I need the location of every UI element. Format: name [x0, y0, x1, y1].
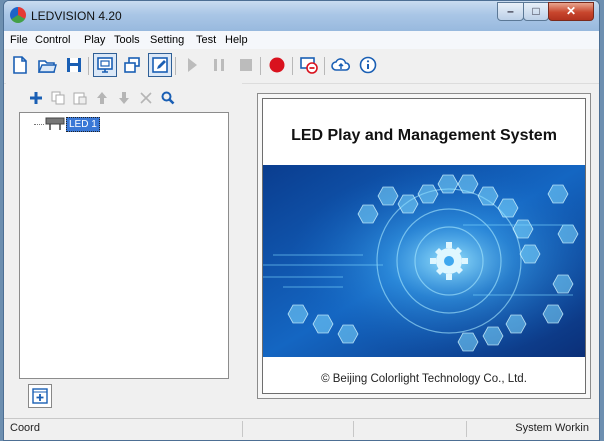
record-icon [269, 57, 285, 73]
cloud-upload-icon [331, 58, 351, 71]
menu-bar: File Control Play Tools Setting Test Hel… [4, 31, 599, 49]
save-button[interactable] [62, 53, 86, 77]
window-title: LEDVISION 4.20 [31, 9, 122, 23]
move-down-button[interactable] [115, 89, 133, 107]
main-toolbar [4, 49, 599, 84]
pause-button[interactable] [207, 53, 231, 77]
about-button[interactable] [356, 53, 380, 77]
add-screen-button[interactable] [27, 89, 45, 107]
window-button[interactable] [120, 53, 144, 77]
add-program-icon [32, 388, 48, 404]
screen-tree-panel: LED 1 [6, 83, 242, 415]
close-icon: ✕ [565, 4, 577, 18]
tree-connector [34, 124, 44, 125]
move-up-button[interactable] [93, 89, 111, 107]
monitor-icon [97, 57, 113, 73]
menu-test[interactable]: Test [196, 34, 216, 46]
screen-button[interactable] [93, 53, 117, 77]
preview-title: LED Play and Management System [291, 127, 557, 144]
menu-help[interactable]: Help [225, 34, 248, 46]
menu-play[interactable]: Play [84, 34, 105, 46]
new-file-icon [13, 56, 27, 74]
save-icon [67, 58, 81, 72]
pause-icon [214, 59, 224, 71]
menu-file[interactable]: File [10, 34, 28, 46]
toolbar-separator [175, 57, 176, 75]
toolbar-separator [260, 57, 261, 75]
paste-icon [73, 92, 87, 105]
minimize-icon: – [507, 4, 514, 18]
move-up-icon [97, 92, 107, 104]
record-button[interactable] [265, 53, 289, 77]
search-icon [161, 91, 175, 105]
stop-icon [240, 59, 252, 71]
cloud-button[interactable] [329, 53, 353, 77]
delete-icon [140, 92, 152, 104]
copy-icon [51, 91, 65, 105]
move-down-icon [119, 92, 129, 104]
toolbar-separator [324, 57, 325, 75]
menu-setting[interactable]: Setting [150, 34, 184, 46]
tech-banner-image [263, 165, 585, 357]
open-button[interactable] [35, 53, 59, 77]
menu-tools[interactable]: Tools [114, 34, 140, 46]
cancel-screen-icon [300, 57, 318, 74]
maximize-button[interactable]: □ [523, 2, 549, 21]
toolbar-separator [88, 57, 89, 75]
delete-button[interactable] [137, 89, 155, 107]
maximize-icon: □ [532, 4, 540, 18]
status-bar: Coord System Workin [4, 418, 599, 440]
status-divider [242, 421, 243, 437]
menu-control[interactable]: Control [35, 34, 70, 46]
stop-button[interactable] [234, 53, 258, 77]
cancel-screen-button[interactable] [297, 53, 321, 77]
windows-icon [124, 57, 140, 73]
status-coord: Coord [10, 422, 40, 434]
app-window: LEDVISION 4.20 – □ ✕ File Control Play T… [3, 0, 600, 441]
info-icon [359, 56, 377, 74]
preview-copyright: © Beijing Colorlight Technology Co., Ltd… [321, 373, 527, 385]
play-button[interactable] [180, 53, 204, 77]
status-divider [353, 421, 354, 437]
screen-tree[interactable]: LED 1 [19, 112, 229, 379]
minimize-button[interactable]: – [497, 2, 524, 21]
paste-button[interactable] [71, 89, 89, 107]
app-logo-icon [10, 7, 26, 23]
close-button[interactable]: ✕ [548, 2, 594, 21]
led-screen-icon [45, 117, 65, 130]
search-button[interactable] [159, 89, 177, 107]
preview-frame: LED Play and Management System © Beijing… [257, 93, 591, 399]
status-message: System Workin [515, 422, 589, 434]
new-button[interactable] [8, 53, 32, 77]
edit-icon [152, 57, 168, 73]
splash-preview: LED Play and Management System © Beijing… [262, 98, 586, 394]
add-program-button[interactable] [28, 384, 52, 408]
play-icon [188, 58, 197, 72]
toolbar-separator [292, 57, 293, 75]
title-bar[interactable]: LEDVISION 4.20 – □ ✕ [4, 1, 599, 31]
open-folder-icon [37, 60, 57, 73]
add-icon [30, 92, 42, 104]
tree-item-led1[interactable]: LED 1 [66, 117, 100, 132]
copy-button[interactable] [49, 89, 67, 107]
status-divider [466, 421, 467, 437]
edit-button[interactable] [148, 53, 172, 77]
